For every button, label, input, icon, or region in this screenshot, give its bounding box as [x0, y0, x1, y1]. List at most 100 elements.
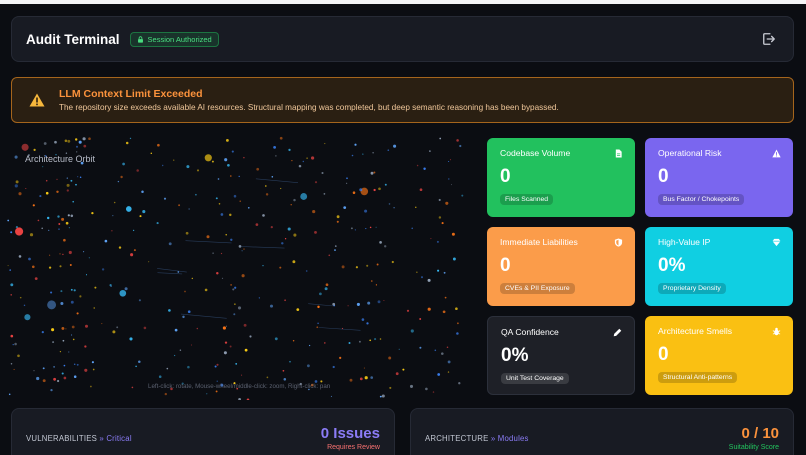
- orbit-node: [296, 308, 300, 311]
- orbit-node: [284, 299, 286, 302]
- orbit-node: [352, 191, 356, 194]
- orbit-node: [306, 364, 310, 368]
- orbit-node: [83, 144, 87, 148]
- orbit-node: [393, 144, 397, 148]
- orbit-node: [157, 143, 160, 147]
- orbit-node: [45, 179, 48, 182]
- orbit-node: [143, 326, 147, 330]
- orbit-node: [21, 143, 29, 151]
- orbit-node: [187, 310, 191, 314]
- orbit-node: [366, 264, 369, 267]
- orbit-node: [204, 154, 212, 162]
- orbit-node: [93, 307, 95, 309]
- issue-count: 0 Issues: [320, 425, 380, 442]
- orbit-node: [287, 227, 291, 231]
- orbit-node: [111, 230, 113, 232]
- orbit-node: [70, 179, 73, 182]
- architecture-panel[interactable]: ARCHITECTURE » Modules 0 / 10 Suitabilit…: [410, 408, 794, 455]
- orbit-node: [441, 222, 444, 225]
- orbit-node: [339, 356, 342, 359]
- orbit-node: [269, 304, 274, 308]
- orbit-node: [420, 276, 424, 279]
- orbit-node: [63, 238, 66, 242]
- orbit-node: [70, 288, 73, 291]
- orbit-node: [43, 142, 47, 145]
- orbit-node: [336, 215, 340, 219]
- issue-count-caption: Requires Review: [327, 444, 380, 451]
- orbit-node: [28, 257, 31, 261]
- orbit-node: [323, 193, 326, 195]
- panel-label-accent: Critical: [106, 434, 132, 443]
- orbit-node: [324, 287, 328, 291]
- orbit-node: [452, 257, 456, 261]
- orbit-node: [359, 377, 363, 381]
- card-immediate-liabilities[interactable]: Immediate Liabilities 0 CVEs & PII Expos…: [487, 227, 635, 306]
- orbit-link: [180, 313, 227, 319]
- orbit-node: [142, 210, 146, 214]
- orbit-node: [10, 363, 13, 365]
- orbit-node: [166, 367, 169, 370]
- orbit-node: [67, 139, 71, 143]
- orbit-node: [65, 221, 69, 225]
- orbit-node: [216, 272, 219, 275]
- card-codebase-volume[interactable]: Codebase Volume 0 Files Scanned: [487, 138, 635, 217]
- orbit-node: [243, 248, 245, 250]
- orbit-node: [332, 365, 335, 369]
- orbit-node: [432, 391, 435, 393]
- orbit-node: [444, 296, 447, 299]
- orbit-node: [293, 198, 296, 202]
- orbit-node: [23, 304, 26, 307]
- orbit-node: [84, 345, 87, 348]
- orbit-node: [395, 372, 399, 376]
- card-architecture-smells[interactable]: Architecture Smells 0 Structural Anti-pa…: [645, 316, 793, 395]
- orbit-node: [374, 338, 377, 341]
- alert-body: LLM Context Limit Exceeded The repositor…: [59, 88, 559, 112]
- orbit-node: [188, 208, 190, 210]
- card-qa-confidence[interactable]: QA Confidence 0% Unit Test Coverage: [487, 316, 635, 395]
- orbit-node: [410, 329, 414, 333]
- orbit-node: [449, 159, 452, 161]
- orbit-node: [383, 299, 385, 302]
- orbit-node: [78, 140, 82, 144]
- orbit-node: [14, 342, 17, 346]
- card-title: Immediate Liabilities: [500, 237, 578, 247]
- orbit-node: [216, 363, 219, 366]
- orbit-node: [76, 312, 79, 315]
- warning-icon: [772, 149, 781, 158]
- orbit-node: [429, 150, 431, 152]
- orbit-node: [112, 330, 116, 334]
- orbit-node: [223, 351, 227, 355]
- orbit-node: [442, 310, 446, 314]
- vulnerabilities-panel[interactable]: VULNERABILITIES » Critical 0 Issues Requ…: [11, 408, 395, 455]
- orbit-node: [70, 300, 74, 304]
- orbit-node: [238, 175, 240, 178]
- panel-label: VULNERABILITIES » Critical: [26, 434, 132, 443]
- architecture-orbit-canvas[interactable]: Architecture Orbit Left-click: rotate, M…: [0, 130, 470, 400]
- orbit-node: [363, 367, 365, 369]
- logout-button[interactable]: [759, 29, 779, 49]
- orbit-node: [447, 360, 451, 364]
- orbit-node: [239, 200, 241, 202]
- orbit-node: [32, 204, 35, 207]
- card-high-value-ip[interactable]: High-Value IP 0% Proprietary Density: [645, 227, 793, 306]
- orbit-node: [398, 348, 400, 350]
- orbit-node: [73, 363, 76, 366]
- orbit-node: [330, 395, 332, 397]
- orbit-node: [13, 368, 15, 370]
- orbit-node: [321, 171, 324, 175]
- orbit-node: [129, 137, 132, 140]
- orbit-node: [234, 286, 237, 289]
- card-operational-risk[interactable]: Operational Risk 0 Bus Factor / Chokepoi…: [645, 138, 793, 217]
- orbit-node: [244, 348, 248, 352]
- orbit-node: [419, 188, 423, 192]
- orbit-node: [17, 354, 20, 358]
- orbit-node: [60, 301, 64, 306]
- orbit-node: [64, 139, 68, 143]
- orbit-node: [187, 365, 190, 369]
- orbit-node: [234, 303, 236, 305]
- orbit-node: [174, 328, 178, 332]
- orbit-node: [264, 185, 267, 187]
- orbit-node: [224, 341, 228, 344]
- orbit-node: [314, 230, 317, 234]
- orbit-node: [15, 180, 19, 184]
